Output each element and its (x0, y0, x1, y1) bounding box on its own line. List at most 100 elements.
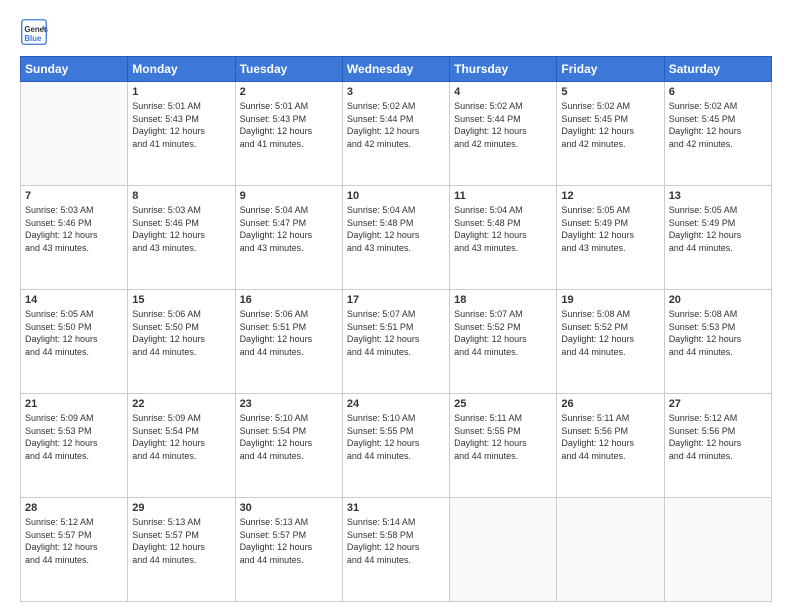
day-info: Sunrise: 5:02 AMSunset: 5:45 PMDaylight:… (669, 100, 767, 150)
calendar-week-1: 1 Sunrise: 5:01 AMSunset: 5:43 PMDaylight… (21, 82, 772, 186)
day-number: 21 (25, 398, 123, 410)
day-info: Sunrise: 5:13 AMSunset: 5:57 PMDaylight:… (240, 516, 338, 566)
calendar-cell (21, 82, 128, 186)
logo-icon: General Blue (20, 18, 48, 46)
day-number: 17 (347, 294, 445, 306)
calendar-header-row: SundayMondayTuesdayWednesdayThursdayFrid… (21, 57, 772, 82)
day-number: 28 (25, 502, 123, 514)
day-number: 27 (669, 398, 767, 410)
day-number: 14 (25, 294, 123, 306)
day-number: 22 (132, 398, 230, 410)
calendar-cell: 24 Sunrise: 5:10 AMSunset: 5:55 PMDayligh… (342, 394, 449, 498)
day-info: Sunrise: 5:06 AMSunset: 5:51 PMDaylight:… (240, 308, 338, 358)
calendar-cell: 19 Sunrise: 5:08 AMSunset: 5:52 PMDayligh… (557, 290, 664, 394)
day-info: Sunrise: 5:09 AMSunset: 5:53 PMDaylight:… (25, 412, 123, 462)
header-wednesday: Wednesday (342, 57, 449, 82)
page: General Blue SundayMondayTuesdayWednesda… (0, 0, 792, 612)
day-number: 23 (240, 398, 338, 410)
calendar-cell: 16Sunrise: 5:06 AMSunset: 5:51 PMDayligh… (235, 290, 342, 394)
header: General Blue (20, 18, 772, 46)
calendar-cell: 28 Sunrise: 5:12 AMSunset: 5:57 PMDayligh… (21, 498, 128, 602)
calendar-cell: 3 Sunrise: 5:02 AMSunset: 5:44 PMDaylight… (342, 82, 449, 186)
day-number: 24 (347, 398, 445, 410)
day-number: 18 (454, 294, 552, 306)
logo: General Blue (20, 18, 52, 46)
calendar-cell: 4Sunrise: 5:02 AMSunset: 5:44 PMDaylight… (450, 82, 557, 186)
header-tuesday: Tuesday (235, 57, 342, 82)
day-number: 4 (454, 86, 552, 98)
day-number: 31 (347, 502, 445, 514)
calendar-cell: 6Sunrise: 5:02 AMSunset: 5:45 PMDaylight… (664, 82, 771, 186)
calendar-cell: 20 Sunrise: 5:08 AMSunset: 5:53 PMDayligh… (664, 290, 771, 394)
day-info: Sunrise: 5:11 AMSunset: 5:56 PMDaylight:… (561, 412, 659, 462)
day-number: 15 (132, 294, 230, 306)
calendar-cell: 2Sunrise: 5:01 AMSunset: 5:43 PMDaylight… (235, 82, 342, 186)
calendar-cell: 12Sunrise: 5:05 AMSunset: 5:49 PMDayligh… (557, 186, 664, 290)
day-number: 7 (25, 190, 123, 202)
calendar-cell (664, 498, 771, 602)
calendar-cell: 29 Sunrise: 5:13 AMSunset: 5:57 PMDayligh… (128, 498, 235, 602)
day-number: 5 (561, 86, 659, 98)
calendar-cell: 13 Sunrise: 5:05 AMSunset: 5:49 PMDayligh… (664, 186, 771, 290)
svg-text:Blue: Blue (24, 34, 42, 43)
header-monday: Monday (128, 57, 235, 82)
day-info: Sunrise: 5:13 AMSunset: 5:57 PMDaylight:… (132, 516, 230, 566)
day-info: Sunrise: 5:03 AMSunset: 5:46 PMDaylight:… (25, 204, 123, 254)
calendar-week-5: 28 Sunrise: 5:12 AMSunset: 5:57 PMDayligh… (21, 498, 772, 602)
day-info: Sunrise: 5:08 AMSunset: 5:53 PMDaylight:… (669, 308, 767, 358)
calendar-cell: 10Sunrise: 5:04 AMSunset: 5:48 PMDayligh… (342, 186, 449, 290)
day-number: 3 (347, 86, 445, 98)
calendar-cell: 11 Sunrise: 5:04 AMSunset: 5:48 PMDayligh… (450, 186, 557, 290)
day-info: Sunrise: 5:07 AMSunset: 5:51 PMDaylight:… (347, 308, 445, 358)
calendar-cell: 21 Sunrise: 5:09 AMSunset: 5:53 PMDayligh… (21, 394, 128, 498)
day-info: Sunrise: 5:02 AMSunset: 5:45 PMDaylight:… (561, 100, 659, 150)
day-info: Sunrise: 5:12 AMSunset: 5:57 PMDaylight:… (25, 516, 123, 566)
day-info: Sunrise: 5:05 AMSunset: 5:49 PMDaylight:… (669, 204, 767, 254)
calendar-cell (450, 498, 557, 602)
day-info: Sunrise: 5:10 AMSunset: 5:55 PMDaylight:… (347, 412, 445, 462)
day-info: Sunrise: 5:05 AMSunset: 5:50 PMDaylight:… (25, 308, 123, 358)
calendar-cell: 8Sunrise: 5:03 AMSunset: 5:46 PMDaylight… (128, 186, 235, 290)
calendar-cell: 9Sunrise: 5:04 AMSunset: 5:47 PMDaylight… (235, 186, 342, 290)
calendar-cell: 14 Sunrise: 5:05 AMSunset: 5:50 PMDayligh… (21, 290, 128, 394)
day-info: Sunrise: 5:04 AMSunset: 5:48 PMDaylight:… (347, 204, 445, 254)
day-info: Sunrise: 5:09 AMSunset: 5:54 PMDaylight:… (132, 412, 230, 462)
calendar-cell: 17 Sunrise: 5:07 AMSunset: 5:51 PMDayligh… (342, 290, 449, 394)
day-info: Sunrise: 5:10 AMSunset: 5:54 PMDaylight:… (240, 412, 338, 462)
calendar-cell: 15 Sunrise: 5:06 AMSunset: 5:50 PMDayligh… (128, 290, 235, 394)
calendar-cell: 1 Sunrise: 5:01 AMSunset: 5:43 PMDaylight… (128, 82, 235, 186)
day-number: 12 (561, 190, 659, 202)
calendar-cell: 25 Sunrise: 5:11 AMSunset: 5:55 PMDayligh… (450, 394, 557, 498)
day-number: 9 (240, 190, 338, 202)
calendar-cell: 5 Sunrise: 5:02 AMSunset: 5:45 PMDaylight… (557, 82, 664, 186)
calendar-table: SundayMondayTuesdayWednesdayThursdayFrid… (20, 56, 772, 602)
day-number: 19 (561, 294, 659, 306)
day-number: 26 (561, 398, 659, 410)
calendar-cell: 31Sunrise: 5:14 AMSunset: 5:58 PMDayligh… (342, 498, 449, 602)
day-number: 29 (132, 502, 230, 514)
day-number: 11 (454, 190, 552, 202)
day-info: Sunrise: 5:08 AMSunset: 5:52 PMDaylight:… (561, 308, 659, 358)
calendar-cell (557, 498, 664, 602)
day-info: Sunrise: 5:07 AMSunset: 5:52 PMDaylight:… (454, 308, 552, 358)
day-number: 1 (132, 86, 230, 98)
day-number: 20 (669, 294, 767, 306)
day-info: Sunrise: 5:02 AMSunset: 5:44 PMDaylight:… (347, 100, 445, 150)
day-info: Sunrise: 5:04 AMSunset: 5:48 PMDaylight:… (454, 204, 552, 254)
day-info: Sunrise: 5:06 AMSunset: 5:50 PMDaylight:… (132, 308, 230, 358)
calendar-cell: 18 Sunrise: 5:07 AMSunset: 5:52 PMDayligh… (450, 290, 557, 394)
day-info: Sunrise: 5:01 AMSunset: 5:43 PMDaylight:… (132, 100, 230, 150)
header-friday: Friday (557, 57, 664, 82)
day-info: Sunrise: 5:12 AMSunset: 5:56 PMDaylight:… (669, 412, 767, 462)
day-number: 13 (669, 190, 767, 202)
day-info: Sunrise: 5:11 AMSunset: 5:55 PMDaylight:… (454, 412, 552, 462)
day-number: 30 (240, 502, 338, 514)
header-sunday: Sunday (21, 57, 128, 82)
calendar-week-4: 21 Sunrise: 5:09 AMSunset: 5:53 PMDayligh… (21, 394, 772, 498)
day-number: 25 (454, 398, 552, 410)
header-saturday: Saturday (664, 57, 771, 82)
calendar-week-2: 7 Sunrise: 5:03 AMSunset: 5:46 PMDaylight… (21, 186, 772, 290)
calendar-cell: 22 Sunrise: 5:09 AMSunset: 5:54 PMDayligh… (128, 394, 235, 498)
header-thursday: Thursday (450, 57, 557, 82)
calendar-cell: 7 Sunrise: 5:03 AMSunset: 5:46 PMDaylight… (21, 186, 128, 290)
